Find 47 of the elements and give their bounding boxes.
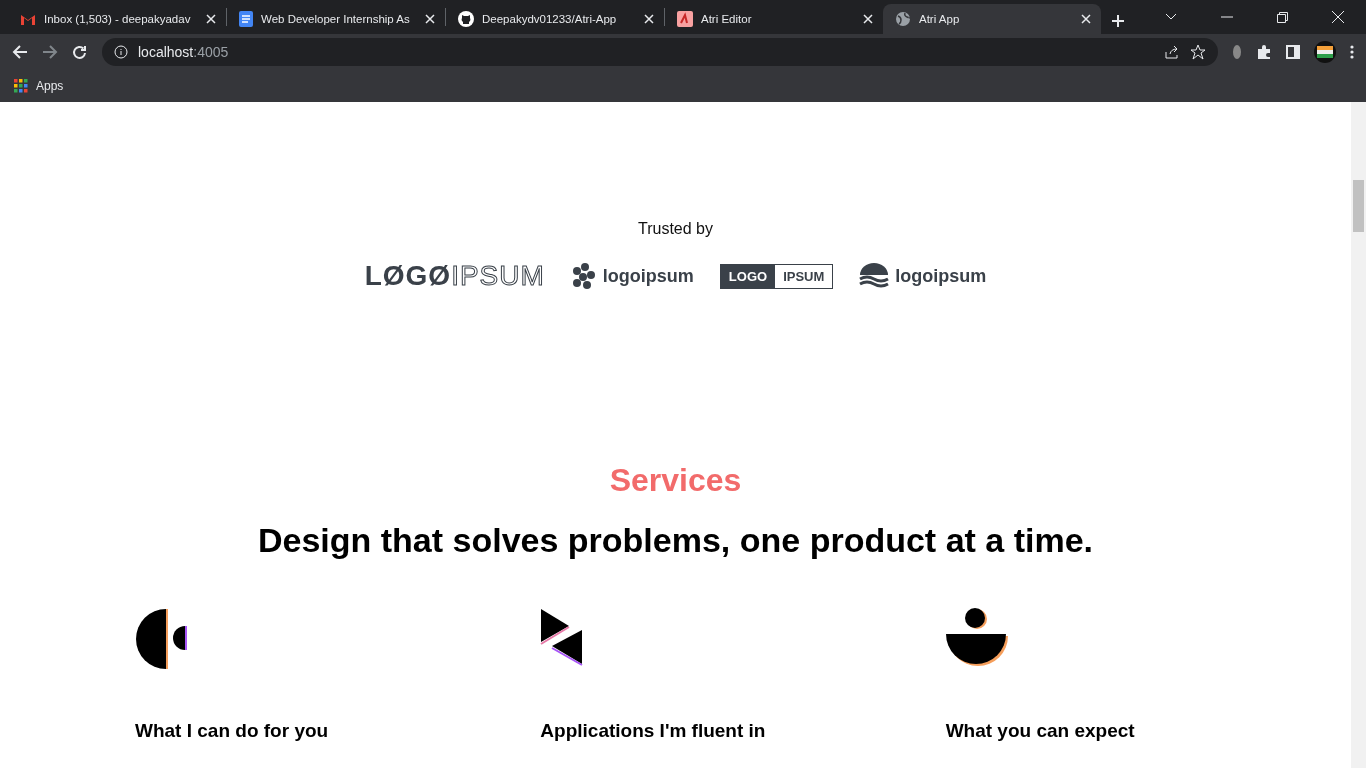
close-icon[interactable]: [206, 14, 216, 24]
restore-icon[interactable]: [1277, 11, 1288, 23]
back-icon[interactable]: [12, 44, 28, 60]
globe-icon: [895, 11, 911, 27]
chevron-icon[interactable]: [1165, 13, 1177, 21]
browser-tab[interactable]: Web Developer Internship As: [227, 4, 445, 34]
card-title: Applications I'm fluent in: [540, 720, 767, 742]
bowl-icon: [945, 608, 1008, 666]
section-eyebrow: Services: [609, 462, 742, 499]
star-icon[interactable]: [1190, 44, 1206, 60]
scrollbar[interactable]: [1351, 102, 1366, 768]
extension-icon[interactable]: [1232, 44, 1242, 60]
profile-avatar[interactable]: [1314, 41, 1336, 63]
close-icon[interactable]: [1081, 14, 1091, 24]
close-icon[interactable]: [644, 14, 654, 24]
close-icon[interactable]: [425, 14, 435, 24]
menu-icon[interactable]: [1350, 45, 1354, 59]
bookmark-link[interactable]: Apps: [36, 79, 64, 93]
logo: logoipsum: [859, 263, 987, 289]
logo: logoipsum: [570, 263, 694, 289]
card-title: What you can expect: [945, 720, 1136, 742]
logo: LØGØIPSUM: [364, 260, 545, 292]
browser-tab[interactable]: Atri App: [883, 4, 1101, 34]
browser-tab[interactable]: Inbox (1,503) - deepakyadav: [8, 4, 226, 34]
section-heading: Design that solves problems, one product at a time.: [257, 521, 1094, 560]
share-icon[interactable]: [1164, 44, 1180, 60]
card-title: What I can do for you: [135, 720, 330, 742]
close-icon[interactable]: [1332, 11, 1344, 23]
mail-icon: [20, 13, 36, 25]
forward-icon[interactable]: [42, 44, 58, 60]
document-icon: [239, 11, 253, 27]
app-icon: [677, 11, 693, 27]
cat-icon: [458, 11, 474, 27]
reload-icon[interactable]: [72, 44, 88, 60]
browser-tab[interactable]: Atri Editor: [665, 4, 883, 34]
side-panel-icon[interactable]: [1286, 45, 1300, 59]
grid-icon[interactable]: [14, 79, 28, 93]
info-icon[interactable]: [114, 45, 128, 59]
browser-tab[interactable]: Deepakydv01233/Atri-App: [446, 4, 664, 34]
new-tab-icon[interactable]: [1111, 14, 1125, 28]
address-bar[interactable]: localhost:4005: [102, 38, 1218, 66]
triangles-icon: [540, 608, 585, 666]
puzzle-icon[interactable]: [1256, 44, 1272, 60]
half-circles-icon: [135, 608, 187, 670]
logo: LOGO IPSUM: [719, 263, 834, 289]
close-icon[interactable]: [863, 14, 873, 24]
section-label: Trusted by: [638, 220, 713, 238]
